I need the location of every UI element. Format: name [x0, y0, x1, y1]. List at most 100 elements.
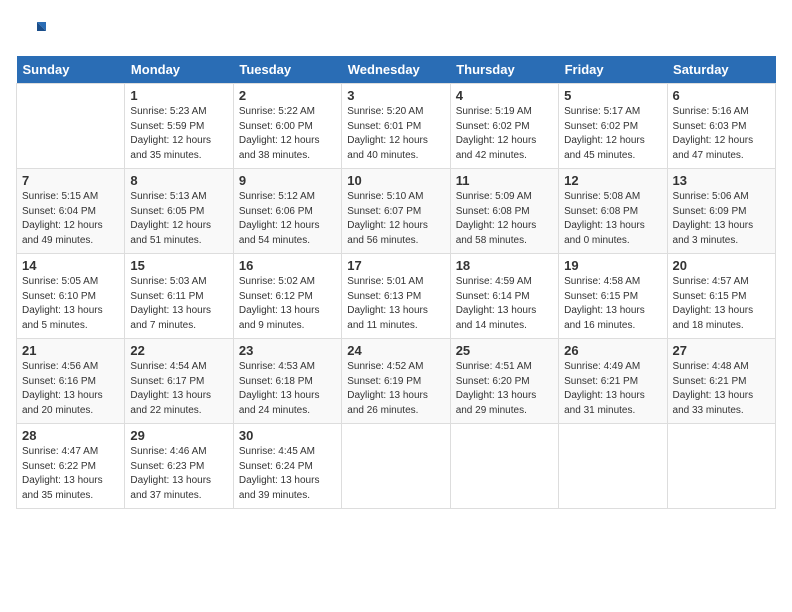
day-info: Sunrise: 4:47 AM Sunset: 6:22 PM Dayligh… — [22, 445, 119, 503]
logo-icon — [16, 16, 46, 46]
day-number: 14 — [22, 258, 119, 273]
calendar-cell: 1 Sunrise: 5:23 AM Sunset: 5:59 PM Daylig… — [125, 84, 233, 169]
calendar-cell: 8 Sunrise: 5:13 AM Sunset: 6:05 PM Daylig… — [125, 169, 233, 254]
day-info: Sunrise: 4:59 AM Sunset: 6:14 PM Dayligh… — [456, 275, 553, 333]
day-info: Sunrise: 4:46 AM Sunset: 6:23 PM Dayligh… — [130, 445, 227, 503]
day-info: Sunrise: 4:49 AM Sunset: 6:21 PM Dayligh… — [564, 360, 661, 418]
day-info: Sunrise: 5:10 AM Sunset: 6:07 PM Dayligh… — [347, 190, 444, 248]
calendar-cell: 7 Sunrise: 5:15 AM Sunset: 6:04 PM Daylig… — [17, 169, 125, 254]
day-info: Sunrise: 5:06 AM Sunset: 6:09 PM Dayligh… — [673, 190, 770, 248]
calendar-cell — [559, 424, 667, 509]
calendar-cell: 13 Sunrise: 5:06 AM Sunset: 6:09 PM Dayli… — [667, 169, 775, 254]
calendar-cell: 11Sunrise: 5:09 AM Sunset: 6:08 PM Dayli… — [450, 169, 558, 254]
day-number: 2 — [239, 88, 336, 103]
day-number: 17 — [347, 258, 444, 273]
day-number: 27 — [673, 343, 770, 358]
day-info: Sunrise: 4:51 AM Sunset: 6:20 PM Dayligh… — [456, 360, 553, 418]
day-info: Sunrise: 4:57 AM Sunset: 6:15 PM Dayligh… — [673, 275, 770, 333]
day-number: 15 — [130, 258, 227, 273]
calendar-cell: 29 Sunrise: 4:46 AM Sunset: 6:23 PM Dayli… — [125, 424, 233, 509]
day-header-friday: Friday — [559, 56, 667, 84]
day-info: Sunrise: 4:53 AM Sunset: 6:18 PM Dayligh… — [239, 360, 336, 418]
day-number: 8 — [130, 173, 227, 188]
day-info: Sunrise: 4:54 AM Sunset: 6:17 PM Dayligh… — [130, 360, 227, 418]
day-number: 11 — [456, 173, 553, 188]
calendar-cell: 20 Sunrise: 4:57 AM Sunset: 6:15 PM Dayli… — [667, 254, 775, 339]
day-header-saturday: Saturday — [667, 56, 775, 84]
day-number: 12 — [564, 173, 661, 188]
day-info: Sunrise: 5:22 AM Sunset: 6:00 PM Dayligh… — [239, 105, 336, 163]
day-header-wednesday: Wednesday — [342, 56, 450, 84]
week-row-4: 28 Sunrise: 4:47 AM Sunset: 6:22 PM Dayli… — [17, 424, 776, 509]
calendar-cell: 27 Sunrise: 4:48 AM Sunset: 6:21 PM Dayli… — [667, 339, 775, 424]
calendar-table: SundayMondayTuesdayWednesdayThursdayFrid… — [16, 56, 776, 509]
week-row-2: 14 Sunrise: 5:05 AM Sunset: 6:10 PM Dayli… — [17, 254, 776, 339]
day-info: Sunrise: 5:16 AM Sunset: 6:03 PM Dayligh… — [673, 105, 770, 163]
calendar-cell: 14 Sunrise: 5:05 AM Sunset: 6:10 PM Dayli… — [17, 254, 125, 339]
day-info: Sunrise: 5:15 AM Sunset: 6:04 PM Dayligh… — [22, 190, 119, 248]
day-number: 1 — [130, 88, 227, 103]
calendar-cell: 17 Sunrise: 5:01 AM Sunset: 6:13 PM Dayli… — [342, 254, 450, 339]
calendar-cell: 3Sunrise: 5:20 AM Sunset: 6:01 PM Daylig… — [342, 84, 450, 169]
day-info: Sunrise: 5:19 AM Sunset: 6:02 PM Dayligh… — [456, 105, 553, 163]
calendar-cell — [450, 424, 558, 509]
calendar-cell: 10 Sunrise: 5:10 AM Sunset: 6:07 PM Dayli… — [342, 169, 450, 254]
day-info: Sunrise: 5:23 AM Sunset: 5:59 PM Dayligh… — [130, 105, 227, 163]
calendar-cell: 12 Sunrise: 5:08 AM Sunset: 6:08 PM Dayli… — [559, 169, 667, 254]
day-header-thursday: Thursday — [450, 56, 558, 84]
calendar-cell — [342, 424, 450, 509]
week-row-3: 21 Sunrise: 4:56 AM Sunset: 6:16 PM Dayli… — [17, 339, 776, 424]
calendar-cell: 26 Sunrise: 4:49 AM Sunset: 6:21 PM Dayli… — [559, 339, 667, 424]
calendar-cell — [17, 84, 125, 169]
week-row-0: 1 Sunrise: 5:23 AM Sunset: 5:59 PM Daylig… — [17, 84, 776, 169]
calendar-cell: 25Sunrise: 4:51 AM Sunset: 6:20 PM Dayli… — [450, 339, 558, 424]
calendar-cell: 21 Sunrise: 4:56 AM Sunset: 6:16 PM Dayli… — [17, 339, 125, 424]
logo — [16, 16, 50, 46]
calendar-cell: 23Sunrise: 4:53 AM Sunset: 6:18 PM Dayli… — [233, 339, 341, 424]
day-number: 30 — [239, 428, 336, 443]
calendar-cell: 9Sunrise: 5:12 AM Sunset: 6:06 PM Daylig… — [233, 169, 341, 254]
day-number: 22 — [130, 343, 227, 358]
day-info: Sunrise: 5:13 AM Sunset: 6:05 PM Dayligh… — [130, 190, 227, 248]
page-header — [16, 16, 776, 46]
calendar-cell: 15 Sunrise: 5:03 AM Sunset: 6:11 PM Dayli… — [125, 254, 233, 339]
day-number: 3 — [347, 88, 444, 103]
day-info: Sunrise: 5:05 AM Sunset: 6:10 PM Dayligh… — [22, 275, 119, 333]
day-info: Sunrise: 5:17 AM Sunset: 6:02 PM Dayligh… — [564, 105, 661, 163]
day-number: 6 — [673, 88, 770, 103]
day-info: Sunrise: 4:58 AM Sunset: 6:15 PM Dayligh… — [564, 275, 661, 333]
day-number: 7 — [22, 173, 119, 188]
day-number: 10 — [347, 173, 444, 188]
day-number: 4 — [456, 88, 553, 103]
day-info: Sunrise: 5:01 AM Sunset: 6:13 PM Dayligh… — [347, 275, 444, 333]
day-header-monday: Monday — [125, 56, 233, 84]
day-header-sunday: Sunday — [17, 56, 125, 84]
calendar-cell: 28 Sunrise: 4:47 AM Sunset: 6:22 PM Dayli… — [17, 424, 125, 509]
calendar-cell — [667, 424, 775, 509]
day-info: Sunrise: 5:08 AM Sunset: 6:08 PM Dayligh… — [564, 190, 661, 248]
day-number: 21 — [22, 343, 119, 358]
day-info: Sunrise: 4:48 AM Sunset: 6:21 PM Dayligh… — [673, 360, 770, 418]
calendar-cell: 5 Sunrise: 5:17 AM Sunset: 6:02 PM Daylig… — [559, 84, 667, 169]
day-info: Sunrise: 5:02 AM Sunset: 6:12 PM Dayligh… — [239, 275, 336, 333]
calendar-cell: 24Sunrise: 4:52 AM Sunset: 6:19 PM Dayli… — [342, 339, 450, 424]
day-number: 18 — [456, 258, 553, 273]
calendar-cell: 2 Sunrise: 5:22 AM Sunset: 6:00 PM Daylig… — [233, 84, 341, 169]
day-info: Sunrise: 5:12 AM Sunset: 6:06 PM Dayligh… — [239, 190, 336, 248]
day-info: Sunrise: 4:56 AM Sunset: 6:16 PM Dayligh… — [22, 360, 119, 418]
day-number: 19 — [564, 258, 661, 273]
week-row-1: 7 Sunrise: 5:15 AM Sunset: 6:04 PM Daylig… — [17, 169, 776, 254]
day-info: Sunrise: 4:52 AM Sunset: 6:19 PM Dayligh… — [347, 360, 444, 418]
day-number: 13 — [673, 173, 770, 188]
day-number: 26 — [564, 343, 661, 358]
day-number: 29 — [130, 428, 227, 443]
day-number: 5 — [564, 88, 661, 103]
calendar-cell: 30 Sunrise: 4:45 AM Sunset: 6:24 PM Dayli… — [233, 424, 341, 509]
day-number: 20 — [673, 258, 770, 273]
day-info: Sunrise: 4:45 AM Sunset: 6:24 PM Dayligh… — [239, 445, 336, 503]
day-number: 28 — [22, 428, 119, 443]
calendar-cell: 18 Sunrise: 4:59 AM Sunset: 6:14 PM Dayli… — [450, 254, 558, 339]
day-header-tuesday: Tuesday — [233, 56, 341, 84]
day-info: Sunrise: 5:03 AM Sunset: 6:11 PM Dayligh… — [130, 275, 227, 333]
calendar-cell: 19 Sunrise: 4:58 AM Sunset: 6:15 PM Dayli… — [559, 254, 667, 339]
